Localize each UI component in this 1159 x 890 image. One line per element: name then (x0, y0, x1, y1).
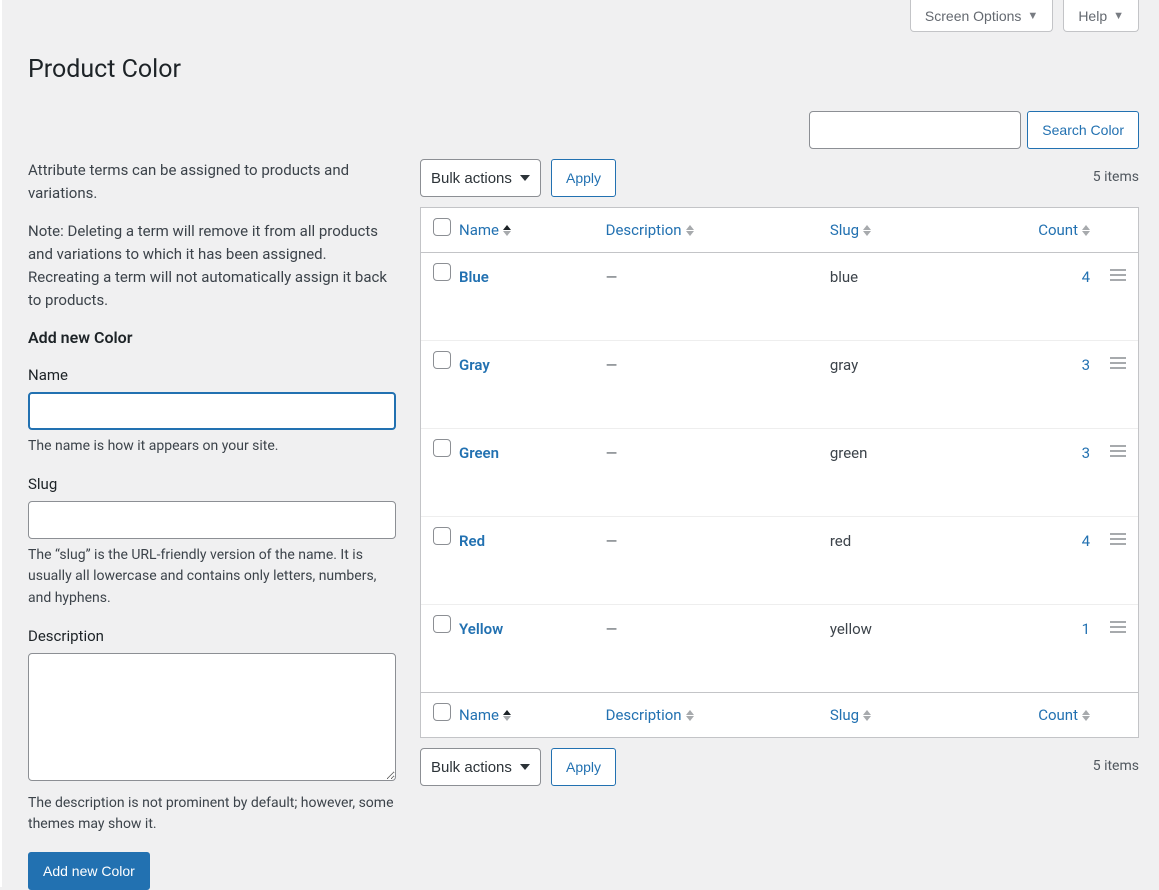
term-description: — (606, 268, 618, 286)
items-count-bottom: 5 items (1093, 757, 1139, 777)
description-label: Description (28, 626, 396, 647)
search-button[interactable]: Search Color (1027, 111, 1139, 149)
term-name-link[interactable]: Red (459, 532, 485, 550)
drag-handle-icon[interactable] (1110, 356, 1126, 374)
term-description: — (606, 444, 618, 462)
term-slug: green (830, 444, 868, 462)
term-name-link[interactable]: Blue (459, 268, 489, 286)
description-textarea[interactable] (28, 653, 396, 781)
list-column: Bulk actions Apply 5 items Name Descript… (420, 159, 1139, 890)
screen-meta-links: Screen Options ▼ Help ▼ (910, 0, 1139, 32)
col-header-name[interactable]: Name (451, 208, 598, 253)
name-label: Name (28, 365, 396, 386)
note-text: Note: Deleting a term will remove it fro… (28, 220, 396, 313)
caret-down-icon: ▼ (1027, 11, 1038, 22)
col-header-slug[interactable]: Slug (822, 208, 947, 253)
term-count-link[interactable]: 3 (1082, 356, 1090, 374)
col-footer-name[interactable]: Name (451, 692, 598, 737)
col-footer-count[interactable]: Count (947, 692, 1102, 737)
caret-down-icon: ▼ (1113, 11, 1124, 22)
sort-icon (503, 710, 511, 721)
row-checkbox[interactable] (433, 351, 451, 369)
help-label: Help (1078, 8, 1107, 24)
term-slug: red (830, 532, 851, 550)
items-count-top: 5 items (1093, 168, 1139, 188)
help-button[interactable]: Help ▼ (1063, 0, 1139, 32)
screen-options-button[interactable]: Screen Options ▼ (910, 0, 1053, 32)
term-slug: blue (830, 268, 858, 286)
drag-handle-icon[interactable] (1110, 620, 1126, 638)
sort-icon (863, 225, 871, 236)
tablenav-top: Bulk actions Apply 5 items (420, 159, 1139, 197)
tablenav-bottom: Bulk actions Apply 5 items (420, 748, 1139, 786)
table-row: Gray — gray 3 (421, 340, 1138, 428)
slug-label: Slug (28, 474, 396, 495)
sort-icon (686, 225, 694, 236)
left-strip (0, 0, 2, 887)
term-count-link[interactable]: 4 (1082, 532, 1090, 550)
sort-icon (686, 710, 694, 721)
term-slug: yellow (830, 620, 872, 638)
col-header-count[interactable]: Count (947, 208, 1102, 253)
slug-input[interactable] (28, 501, 396, 539)
select-all-top[interactable] (433, 218, 451, 236)
sort-icon (863, 710, 871, 721)
apply-button-top[interactable]: Apply (551, 159, 616, 197)
row-checkbox[interactable] (433, 615, 451, 633)
term-name-link[interactable]: Gray (459, 356, 490, 374)
bulk-actions-select-top[interactable]: Bulk actions (420, 159, 541, 197)
term-slug: gray (830, 356, 858, 374)
table-row: Red — red 4 (421, 516, 1138, 604)
term-count-link[interactable]: 1 (1082, 620, 1090, 638)
term-name-link[interactable]: Yellow (459, 620, 503, 638)
terms-table: Name Description Slug Count Blue — blue 4 Gr… (420, 207, 1139, 738)
sort-icon (1082, 225, 1090, 236)
sort-icon (1082, 710, 1090, 721)
bulk-actions-select-bottom[interactable]: Bulk actions (420, 748, 541, 786)
description-help: The description is not prominent by defa… (28, 793, 396, 836)
table-row: Green — green 3 (421, 428, 1138, 516)
select-all-bottom[interactable] (433, 703, 451, 721)
name-help: The name is how it appears on your site. (28, 436, 396, 458)
term-description: — (606, 620, 618, 638)
term-count-link[interactable]: 4 (1082, 268, 1090, 286)
intro-text: Attribute terms can be assigned to produ… (28, 159, 396, 206)
sort-icon (503, 225, 511, 236)
form-heading: Add new Color (28, 327, 396, 349)
row-checkbox[interactable] (433, 527, 451, 545)
row-checkbox[interactable] (433, 263, 451, 281)
apply-button-bottom[interactable]: Apply (551, 748, 616, 786)
name-input[interactable] (28, 392, 396, 430)
col-footer-description[interactable]: Description (598, 692, 822, 737)
add-new-color-button[interactable]: Add new Color (28, 852, 150, 890)
term-count-link[interactable]: 3 (1082, 444, 1090, 462)
search-input[interactable] (809, 111, 1021, 149)
term-description: — (606, 356, 618, 374)
screen-options-label: Screen Options (925, 8, 1022, 24)
search-bar: Search Color (28, 111, 1139, 149)
table-row: Yellow — yellow 1 (421, 604, 1138, 692)
drag-handle-icon[interactable] (1110, 532, 1126, 550)
drag-handle-icon[interactable] (1110, 444, 1126, 462)
term-description: — (606, 532, 618, 550)
row-checkbox[interactable] (433, 439, 451, 457)
form-column: Attribute terms can be assigned to produ… (28, 159, 396, 890)
slug-help: The “slug” is the URL-friendly version o… (28, 545, 396, 610)
col-header-description[interactable]: Description (598, 208, 822, 253)
table-row: Blue — blue 4 (421, 253, 1138, 340)
term-name-link[interactable]: Green (459, 444, 499, 462)
col-footer-slug[interactable]: Slug (822, 692, 947, 737)
drag-handle-icon[interactable] (1110, 268, 1126, 286)
